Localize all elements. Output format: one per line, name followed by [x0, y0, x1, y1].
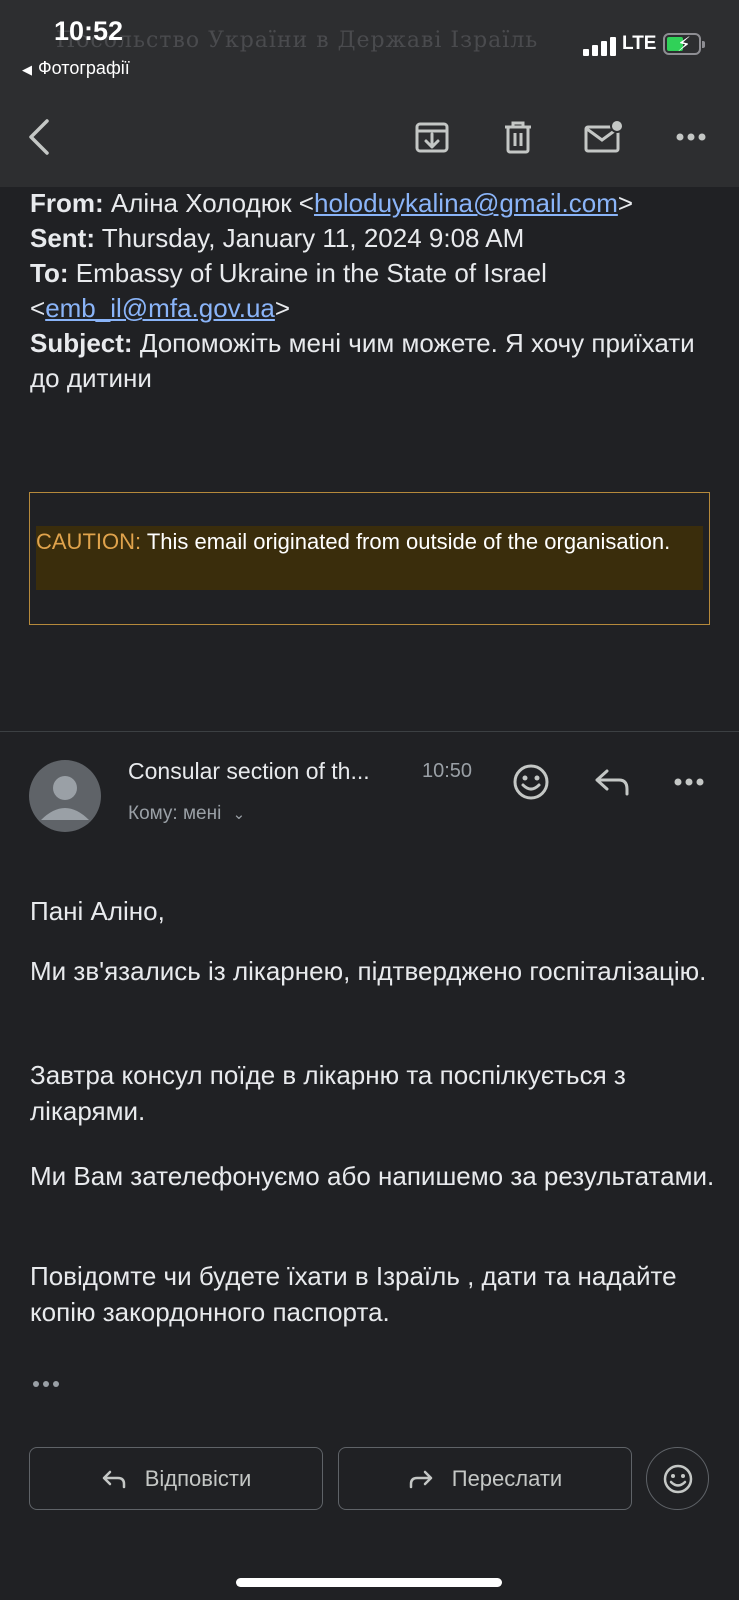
email-toolbar — [0, 95, 739, 187]
person-icon — [41, 776, 89, 820]
archive-icon[interactable] — [408, 113, 456, 161]
cellular-signal-icon — [583, 36, 619, 56]
sender-name[interactable]: Consular section of th... — [128, 758, 370, 785]
back-arrow-icon[interactable] — [16, 113, 64, 161]
to-close: > — [274, 293, 291, 323]
more-icon[interactable] — [667, 113, 715, 161]
to-open: < — [30, 293, 46, 323]
subject-label: Subject: — [30, 328, 133, 358]
from-close: > — [617, 188, 634, 218]
greeting: Пані Аліно, — [30, 896, 165, 926]
body-paragraph: Завтра консул поїде в лікарню та поспілк… — [30, 1060, 626, 1126]
emoji-reaction-icon[interactable] — [509, 760, 553, 804]
caution-text: This email originated from outside of th… — [146, 529, 671, 554]
smiley-icon — [663, 1464, 692, 1493]
sent-line: Sent: Thursday, January 11, 2024 9:08 AM — [30, 221, 720, 256]
recipient-details[interactable]: Кому: мені ⌄ — [128, 803, 245, 825]
back-triangle-icon: ◀ — [22, 62, 32, 77]
background-page-title: Посольство України в Державі Ізраїль — [56, 28, 539, 53]
subject-line: Subject: Допоможіть мені чим можете. Я х… — [30, 326, 720, 396]
mark-unread-icon[interactable] — [580, 113, 628, 161]
forward-button[interactable]: Переслати — [338, 1447, 632, 1510]
emoji-reaction-button[interactable] — [646, 1447, 709, 1510]
from-name: Аліна Холодюк < — [110, 188, 314, 218]
to-name: Embassy of Ukraine in the State of Israe… — [75, 258, 547, 288]
message-time: 10:50 — [422, 760, 473, 782]
from-line: From: Аліна Холодюк <holoduykalina@gmail… — [30, 186, 720, 221]
back-app-label: Фотографії — [38, 58, 130, 78]
reply-button[interactable]: Відповісти — [29, 1447, 323, 1510]
forward-label: Переслати — [451, 1465, 563, 1491]
status-bar: Посольство України в Державі Ізраїль 10:… — [0, 0, 739, 95]
recipient-label: Кому: мені — [128, 803, 222, 824]
forward-icon — [409, 1470, 432, 1488]
back-to-app-link[interactable]: ◀ Фотографії — [22, 58, 130, 79]
home-indicator[interactable] — [236, 1578, 502, 1587]
caution-banner: CAUTION: This email originated from outs… — [29, 492, 710, 625]
body-paragraph: Повідомте чи будете їхати в Ізраїль , да… — [30, 1261, 677, 1327]
caution-text-block: CAUTION: This email originated from outs… — [36, 526, 703, 590]
avatar[interactable] — [29, 760, 101, 832]
reply-icon — [102, 1470, 125, 1488]
body-paragraph: Ми Вам зателефонуємо або напишемо за рез… — [30, 1161, 715, 1191]
to-email-link[interactable]: emb_il@mfa.gov.ua — [45, 293, 275, 323]
battery-icon: ⚡ — [663, 33, 705, 56]
body-paragraph: Ми зв'язались із лікарнею, підтверджено … — [30, 956, 707, 986]
show-trimmed-content-button[interactable] — [32, 1375, 62, 1393]
from-label: From: — [30, 188, 104, 218]
sent-value: Thursday, January 11, 2024 9:08 AM — [101, 223, 525, 253]
to-line: To: Embassy of Ukraine in the State of I… — [30, 256, 720, 326]
to-label: To: — [30, 258, 69, 288]
message-divider — [0, 731, 739, 732]
reply-icon[interactable] — [590, 760, 634, 804]
sent-label: Sent: — [30, 223, 95, 253]
caution-label: CAUTION: — [36, 529, 142, 554]
message-more-icon[interactable] — [667, 760, 711, 804]
quoted-email-header: From: Аліна Холодюк <holoduykalina@gmail… — [30, 186, 720, 396]
trash-icon[interactable] — [494, 113, 542, 161]
network-type: LTE — [622, 33, 657, 54]
status-time: 10:52 — [54, 16, 124, 46]
reply-label: Відповісти — [144, 1465, 252, 1491]
charging-bolt-icon: ⚡ — [677, 34, 692, 56]
chevron-down-icon: ⌄ — [232, 806, 246, 823]
from-email-link[interactable]: holoduykalina@gmail.com — [314, 188, 618, 218]
